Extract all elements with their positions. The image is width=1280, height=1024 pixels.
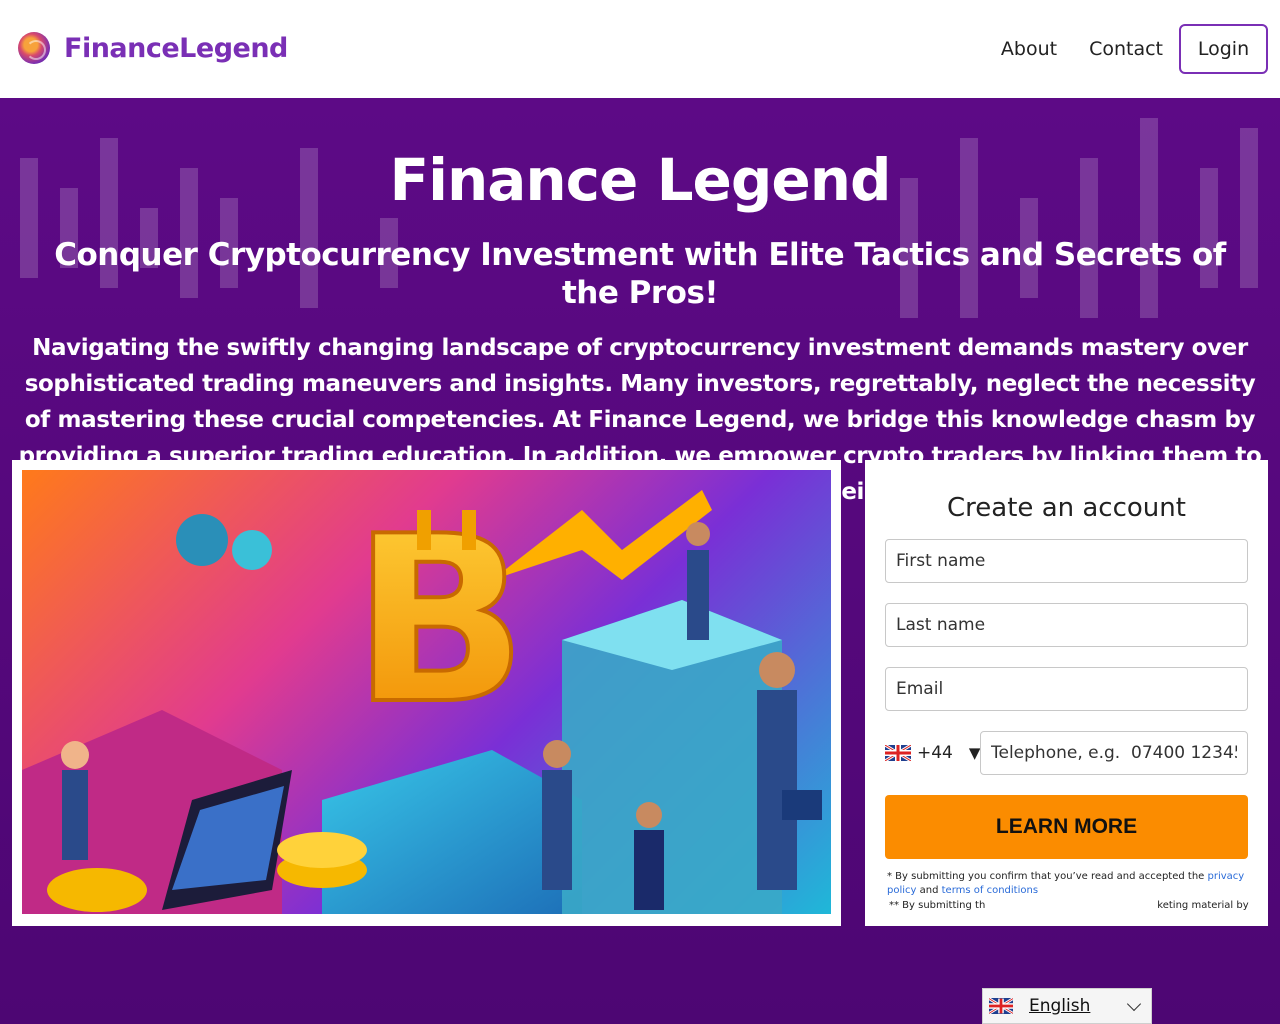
- logo-icon: [18, 32, 50, 64]
- terms-link[interactable]: terms of conditions: [942, 885, 1038, 896]
- svg-text:B: B: [352, 488, 527, 755]
- privacy-disclaimer: * By submitting you confirm that you’ve …: [887, 870, 1249, 898]
- uk-flag-icon: [885, 745, 911, 761]
- hero-subtitle: Conquer Cryptocurrency Investment with E…: [54, 237, 1226, 311]
- phone-input[interactable]: [980, 731, 1248, 775]
- login-button[interactable]: Login: [1179, 24, 1268, 74]
- language-label: English: [1029, 996, 1091, 1016]
- phone-row: +44 ▼: [885, 731, 1248, 775]
- disclaimer-text: * By submitting you confirm that you’ve …: [887, 871, 1208, 882]
- uk-flag-icon: [989, 998, 1013, 1014]
- language-selector[interactable]: English: [982, 988, 1152, 1024]
- main-nav: About Contact Login: [1001, 24, 1268, 74]
- country-code-selector[interactable]: +44 ▼: [885, 743, 980, 763]
- signup-form: Create an account +44 ▼ LEARN MORE * By …: [865, 460, 1268, 926]
- hero-title: Finance Legend: [389, 146, 891, 214]
- first-name-input[interactable]: [885, 539, 1248, 583]
- hero-image-frame: B: [12, 460, 841, 926]
- marketing-disclaimer: ** By submitting th keting material by: [889, 900, 1251, 911]
- site-header: FinanceLegend About Contact Login: [0, 0, 1280, 98]
- marketing-disclaimer-start: ** By submitting th: [889, 900, 986, 911]
- form-title: Create an account: [947, 493, 1186, 523]
- nav-contact[interactable]: Contact: [1089, 38, 1163, 60]
- email-input[interactable]: [885, 667, 1248, 711]
- country-code: +44: [917, 743, 953, 763]
- marketing-disclaimer-end: keting material by: [1157, 900, 1249, 911]
- bitcoin-scene-graphic: B: [22, 486, 822, 914]
- chevron-down-icon: [1126, 996, 1142, 1012]
- disclaimer-and: and: [916, 885, 942, 896]
- nav-about[interactable]: About: [1001, 38, 1057, 60]
- caret-down-icon: ▼: [968, 744, 981, 762]
- crypto-illustration: B: [22, 470, 831, 914]
- brand-name: FinanceLegend: [64, 32, 288, 64]
- last-name-input[interactable]: [885, 603, 1248, 647]
- brand-logo[interactable]: FinanceLegend: [18, 32, 288, 64]
- learn-more-button[interactable]: LEARN MORE: [885, 795, 1248, 859]
